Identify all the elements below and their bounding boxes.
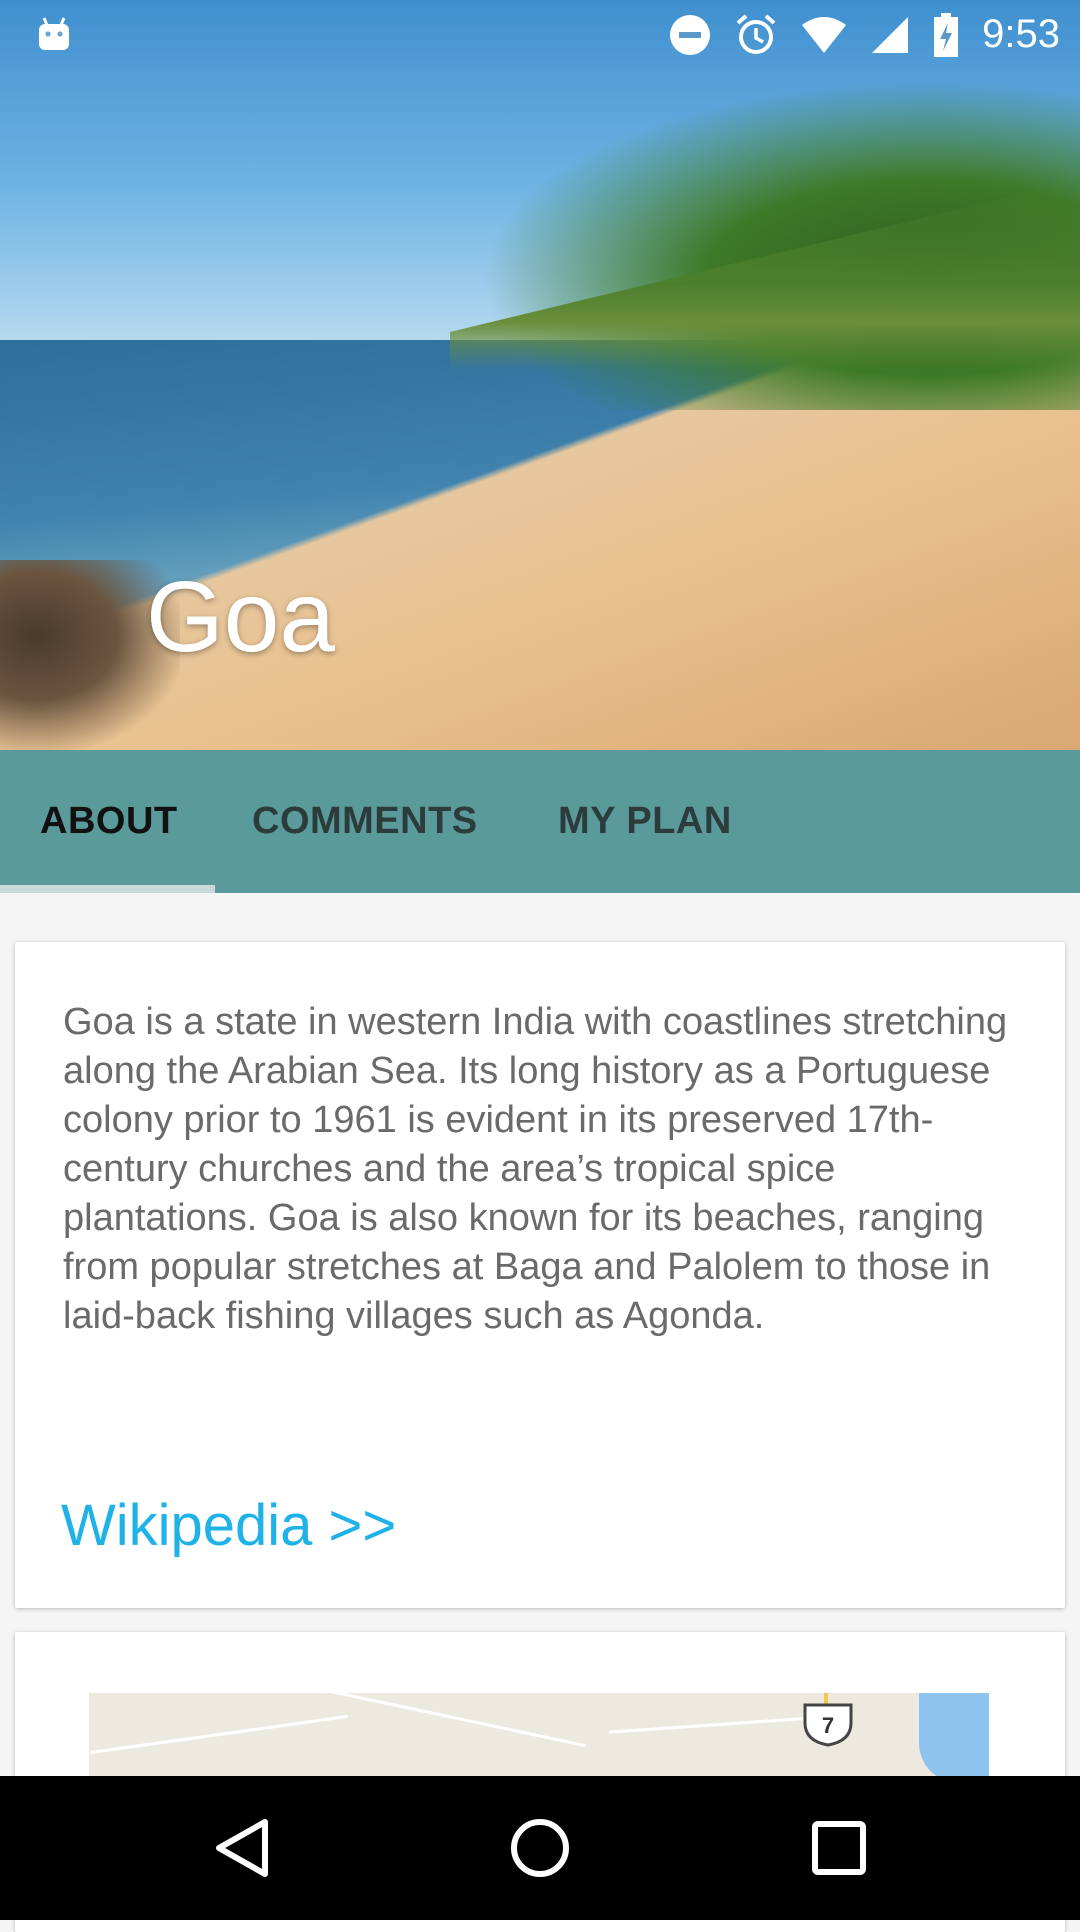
back-icon[interactable] xyxy=(205,1812,277,1884)
tab-my-plan[interactable]: MY PLAN xyxy=(558,750,732,893)
recents-icon[interactable] xyxy=(803,1812,875,1884)
route-shield-icon: 7 xyxy=(803,1703,853,1747)
map-water xyxy=(919,1693,989,1783)
tab-about[interactable]: ABOUT xyxy=(40,750,178,893)
tab-bar: ABOUT COMMENTS MY PLAN xyxy=(0,750,1080,893)
wikipedia-link[interactable]: Wikipedia >> xyxy=(61,1492,396,1559)
hero-image: Goa xyxy=(0,0,1080,750)
map-road xyxy=(291,1693,587,1748)
map-road xyxy=(609,1715,829,1734)
tab-indicator xyxy=(0,885,215,893)
home-icon[interactable] xyxy=(504,1812,576,1884)
do-not-disturb-icon xyxy=(670,14,711,55)
alarm-icon xyxy=(736,13,776,54)
wifi-icon xyxy=(802,16,847,53)
tab-comments[interactable]: COMMENTS xyxy=(252,750,478,893)
svg-text:7: 7 xyxy=(822,1713,834,1738)
battery-charging-icon xyxy=(934,12,959,57)
android-icon xyxy=(39,17,69,50)
page-title: Goa xyxy=(146,561,336,673)
navigation-bar xyxy=(0,1776,1080,1920)
clock: 9:53 xyxy=(982,12,1060,56)
signal-icon xyxy=(872,16,909,53)
status-bar: 9:53 xyxy=(0,0,1080,72)
about-card: Goa is a state in western India with coa… xyxy=(15,942,1065,1608)
map-road xyxy=(90,1714,348,1755)
description-text: Goa is a state in western India with coa… xyxy=(63,1001,1008,1337)
